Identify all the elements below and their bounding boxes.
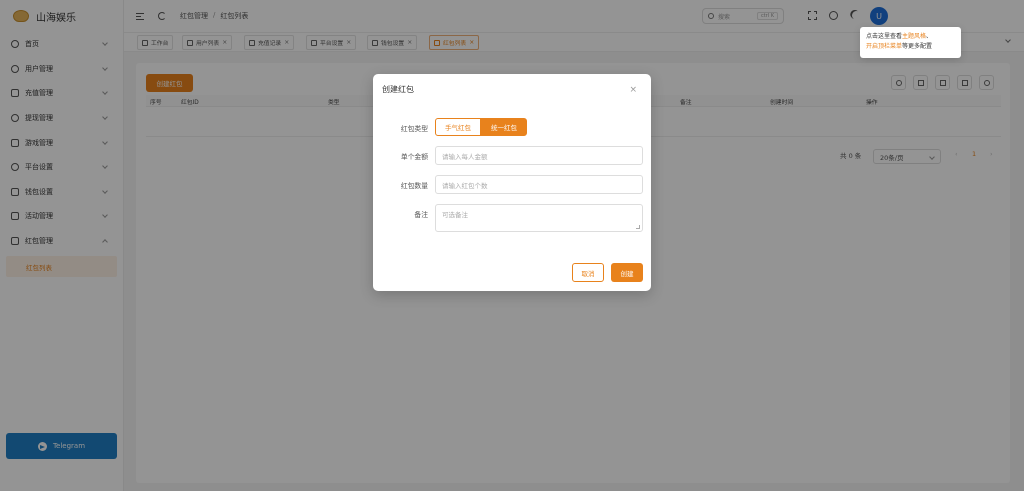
amount-placeholder: 请输入每人金额 (442, 152, 488, 161)
type-option-uniform[interactable]: 统一红包 (481, 118, 527, 136)
create-redpacket-dialog: 创建红包 × 红包类型 手气红包 统一红包 单个金额 请输入每人金额 红包数量 … (373, 74, 651, 291)
amount-input[interactable]: 请输入每人金额 (435, 146, 643, 165)
tooltip-text: 等更多配置 (902, 43, 933, 50)
count-label: 红包数量 (400, 182, 428, 190)
cancel-button[interactable]: 取消 (572, 263, 604, 282)
amount-label: 单个金额 (400, 153, 428, 161)
tooltip-text: 、 (926, 33, 933, 40)
resize-handle-icon[interactable] (636, 225, 640, 229)
tooltip-text: 点击这里查看 (866, 33, 903, 40)
dialog-title: 创建红包 (382, 85, 414, 94)
option-label: 统一红包 (491, 124, 517, 132)
button-label: 创建 (620, 269, 634, 278)
option-label: 手气红包 (445, 124, 471, 132)
count-input[interactable]: 请输入红包个数 (435, 175, 643, 194)
tooltip-link-theme[interactable]: 主题风格 (902, 33, 926, 40)
note-label: 备注 (414, 211, 428, 219)
close-icon[interactable]: × (629, 85, 637, 95)
create-button[interactable]: 创建 (611, 263, 643, 282)
settings-tooltip: 点击这里查看主题风格、 开启顶栏菜单等更多配置 (860, 27, 961, 58)
button-label: 取消 (581, 269, 595, 278)
count-placeholder: 请输入红包个数 (442, 181, 488, 190)
type-option-lucky[interactable]: 手气红包 (435, 118, 481, 136)
note-textarea[interactable]: 可选备注 (435, 204, 643, 232)
redpacket-type-selector: 手气红包 统一红包 (435, 118, 527, 136)
tooltip-link-topmenu[interactable]: 开启顶栏菜单 (866, 43, 902, 50)
type-label: 红包类型 (400, 125, 428, 133)
note-placeholder: 可选备注 (442, 211, 468, 219)
